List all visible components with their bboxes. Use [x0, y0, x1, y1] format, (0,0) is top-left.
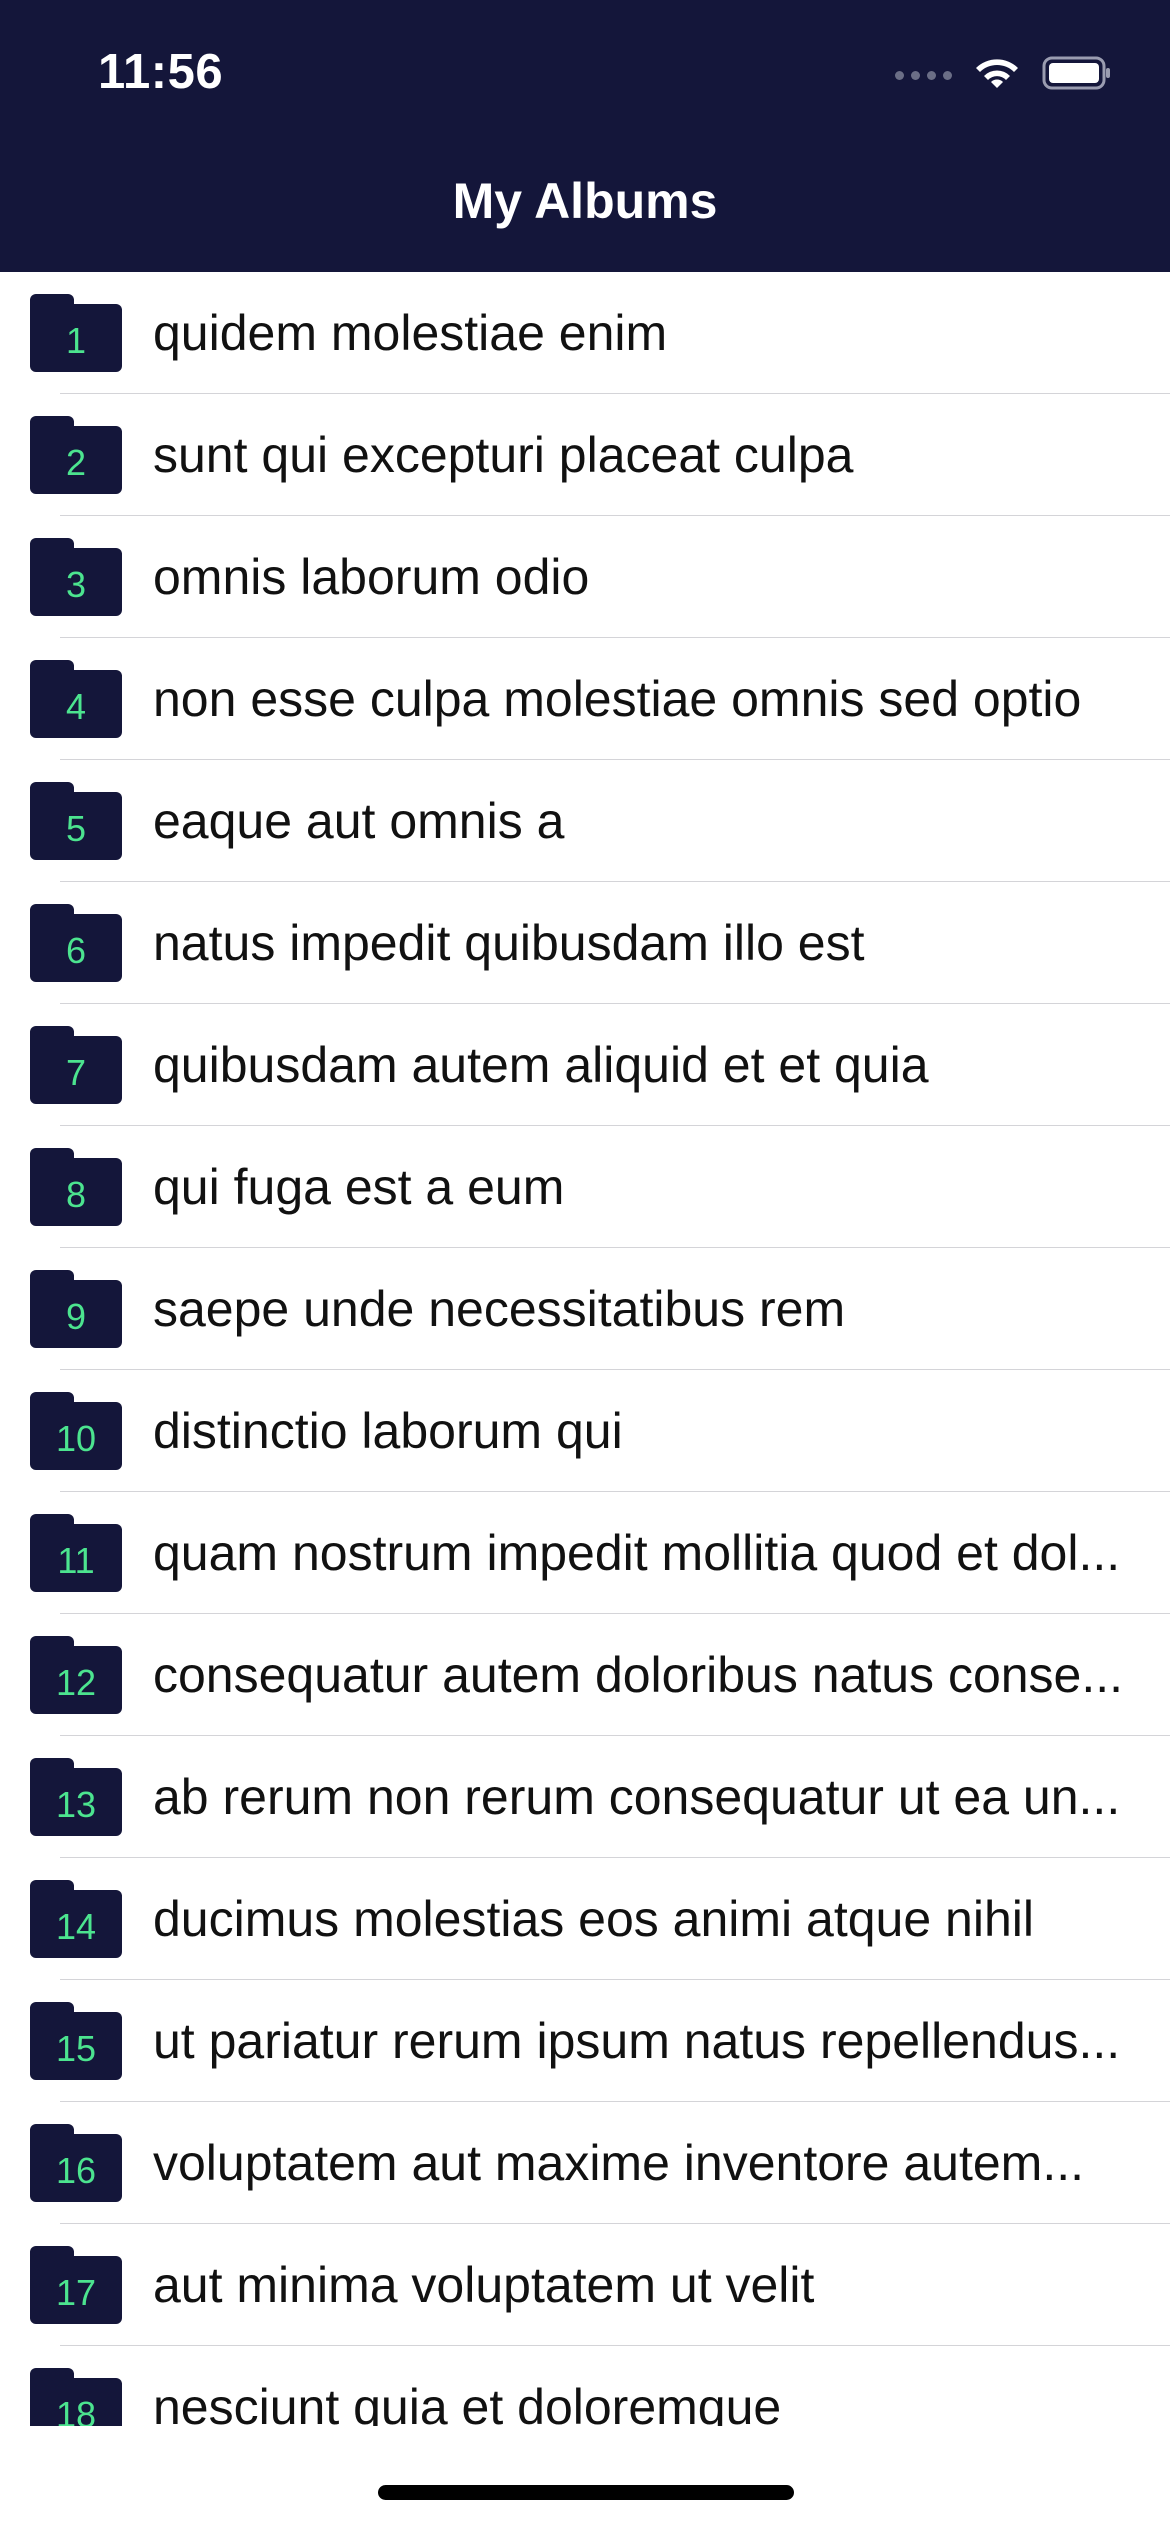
folder-icon: 5 — [30, 782, 122, 860]
album-title: nesciunt quia et doloremque — [153, 2379, 782, 2426]
album-row[interactable]: 6 natus impedit quibusdam illo est — [0, 882, 1170, 1004]
album-title: qui fuga est a eum — [153, 1159, 565, 1215]
album-title: aut minima voluptatem ut velit — [153, 2257, 815, 2313]
album-row[interactable]: 11 quam nostrum impedit mollitia quod et … — [0, 1492, 1170, 1614]
album-title: non esse culpa molestiae omnis sed optio — [153, 671, 1082, 727]
home-indicator[interactable] — [378, 2485, 794, 2500]
folder-icon: 18 — [30, 2368, 122, 2426]
album-title: distinctio laborum qui — [153, 1403, 623, 1459]
album-title: ab rerum non rerum consequatur ut ea un.… — [153, 1769, 1121, 1825]
album-row[interactable]: 5 eaque aut omnis a — [0, 760, 1170, 882]
album-title: voluptatem aut maxime inventore autem... — [153, 2135, 1085, 2191]
folder-icon: 13 — [30, 1758, 122, 1836]
folder-icon: 10 — [30, 1392, 122, 1470]
album-row[interactable]: 13 ab rerum non rerum consequatur ut ea u… — [0, 1736, 1170, 1858]
album-number: 14 — [30, 1890, 122, 1958]
album-row[interactable]: 17 aut minima voluptatem ut velit — [0, 2224, 1170, 2346]
folder-icon: 6 — [30, 904, 122, 982]
album-title: ducimus molestias eos animi atque nihil — [153, 1891, 1034, 1947]
album-title: natus impedit quibusdam illo est — [153, 915, 865, 971]
status-icons — [895, 54, 1112, 96]
folder-icon: 4 — [30, 660, 122, 738]
album-number: 16 — [30, 2134, 122, 2202]
album-number: 1 — [30, 304, 122, 372]
album-title: quibusdam autem aliquid et et quia — [153, 1037, 929, 1093]
album-number: 3 — [30, 548, 122, 616]
folder-icon: 8 — [30, 1148, 122, 1226]
page-title: My Albums — [452, 173, 718, 229]
album-row[interactable]: 18 nesciunt quia et doloremque — [0, 2346, 1170, 2426]
status-time: 11:56 — [98, 45, 224, 99]
album-number: 11 — [30, 1524, 122, 1592]
album-number: 7 — [30, 1036, 122, 1104]
folder-icon: 2 — [30, 416, 122, 494]
album-number: 8 — [30, 1158, 122, 1226]
album-number: 17 — [30, 2256, 122, 2324]
album-title: quam nostrum impedit mollitia quod et do… — [153, 1525, 1121, 1581]
folder-icon: 12 — [30, 1636, 122, 1714]
album-row[interactable]: 15 ut pariatur rerum ipsum natus repellen… — [0, 1980, 1170, 2102]
album-row[interactable]: 12 consequatur autem doloribus natus cons… — [0, 1614, 1170, 1736]
album-title: saepe unde necessitatibus rem — [153, 1281, 846, 1337]
album-number: 6 — [30, 914, 122, 982]
album-list[interactable]: 1 quidem molestiae enim 2 sunt qui exceptur… — [0, 272, 1170, 2426]
album-title: sunt qui excepturi placeat culpa — [153, 427, 854, 483]
album-row[interactable]: 3 omnis laborum odio — [0, 516, 1170, 638]
folder-icon: 7 — [30, 1026, 122, 1104]
folder-icon: 16 — [30, 2124, 122, 2202]
folder-icon: 1 — [30, 294, 122, 372]
battery-icon — [1042, 55, 1112, 96]
album-number: 9 — [30, 1280, 122, 1348]
album-row[interactable]: 2 sunt qui excepturi placeat culpa — [0, 394, 1170, 516]
album-number: 13 — [30, 1768, 122, 1836]
album-number: 5 — [30, 792, 122, 860]
album-number: 2 — [30, 426, 122, 494]
folder-icon: 14 — [30, 1880, 122, 1958]
cellular-signal-icon — [895, 54, 952, 96]
folder-icon: 9 — [30, 1270, 122, 1348]
album-number: 15 — [30, 2012, 122, 2080]
album-title: omnis laborum odio — [153, 549, 590, 605]
header: 11:56 My Albums — [0, 0, 1170, 272]
album-number: 10 — [30, 1402, 122, 1470]
wifi-icon — [972, 54, 1022, 97]
album-row[interactable]: 4 non esse culpa molestiae omnis sed opti… — [0, 638, 1170, 760]
album-number: 18 — [30, 2378, 122, 2426]
album-number: 4 — [30, 670, 122, 738]
album-row[interactable]: 1 quidem molestiae enim — [0, 272, 1170, 394]
album-title: quidem molestiae enim — [153, 305, 668, 361]
album-title: eaque aut omnis a — [153, 793, 565, 849]
folder-icon: 17 — [30, 2246, 122, 2324]
folder-icon: 15 — [30, 2002, 122, 2080]
album-title: ut pariatur rerum ipsum natus repellendu… — [153, 2013, 1121, 2069]
album-title: consequatur autem doloribus natus conse.… — [153, 1647, 1124, 1703]
album-row[interactable]: 8 qui fuga est a eum — [0, 1126, 1170, 1248]
album-number: 12 — [30, 1646, 122, 1714]
folder-icon: 11 — [30, 1514, 122, 1592]
album-row[interactable]: 16 voluptatem aut maxime inventore autem.… — [0, 2102, 1170, 2224]
folder-icon: 3 — [30, 538, 122, 616]
album-row[interactable]: 7 quibusdam autem aliquid et et quia — [0, 1004, 1170, 1126]
album-row[interactable]: 10 distinctio laborum qui — [0, 1370, 1170, 1492]
album-row[interactable]: 14 ducimus molestias eos animi atque nihi… — [0, 1858, 1170, 1980]
album-row[interactable]: 9 saepe unde necessitatibus rem — [0, 1248, 1170, 1370]
